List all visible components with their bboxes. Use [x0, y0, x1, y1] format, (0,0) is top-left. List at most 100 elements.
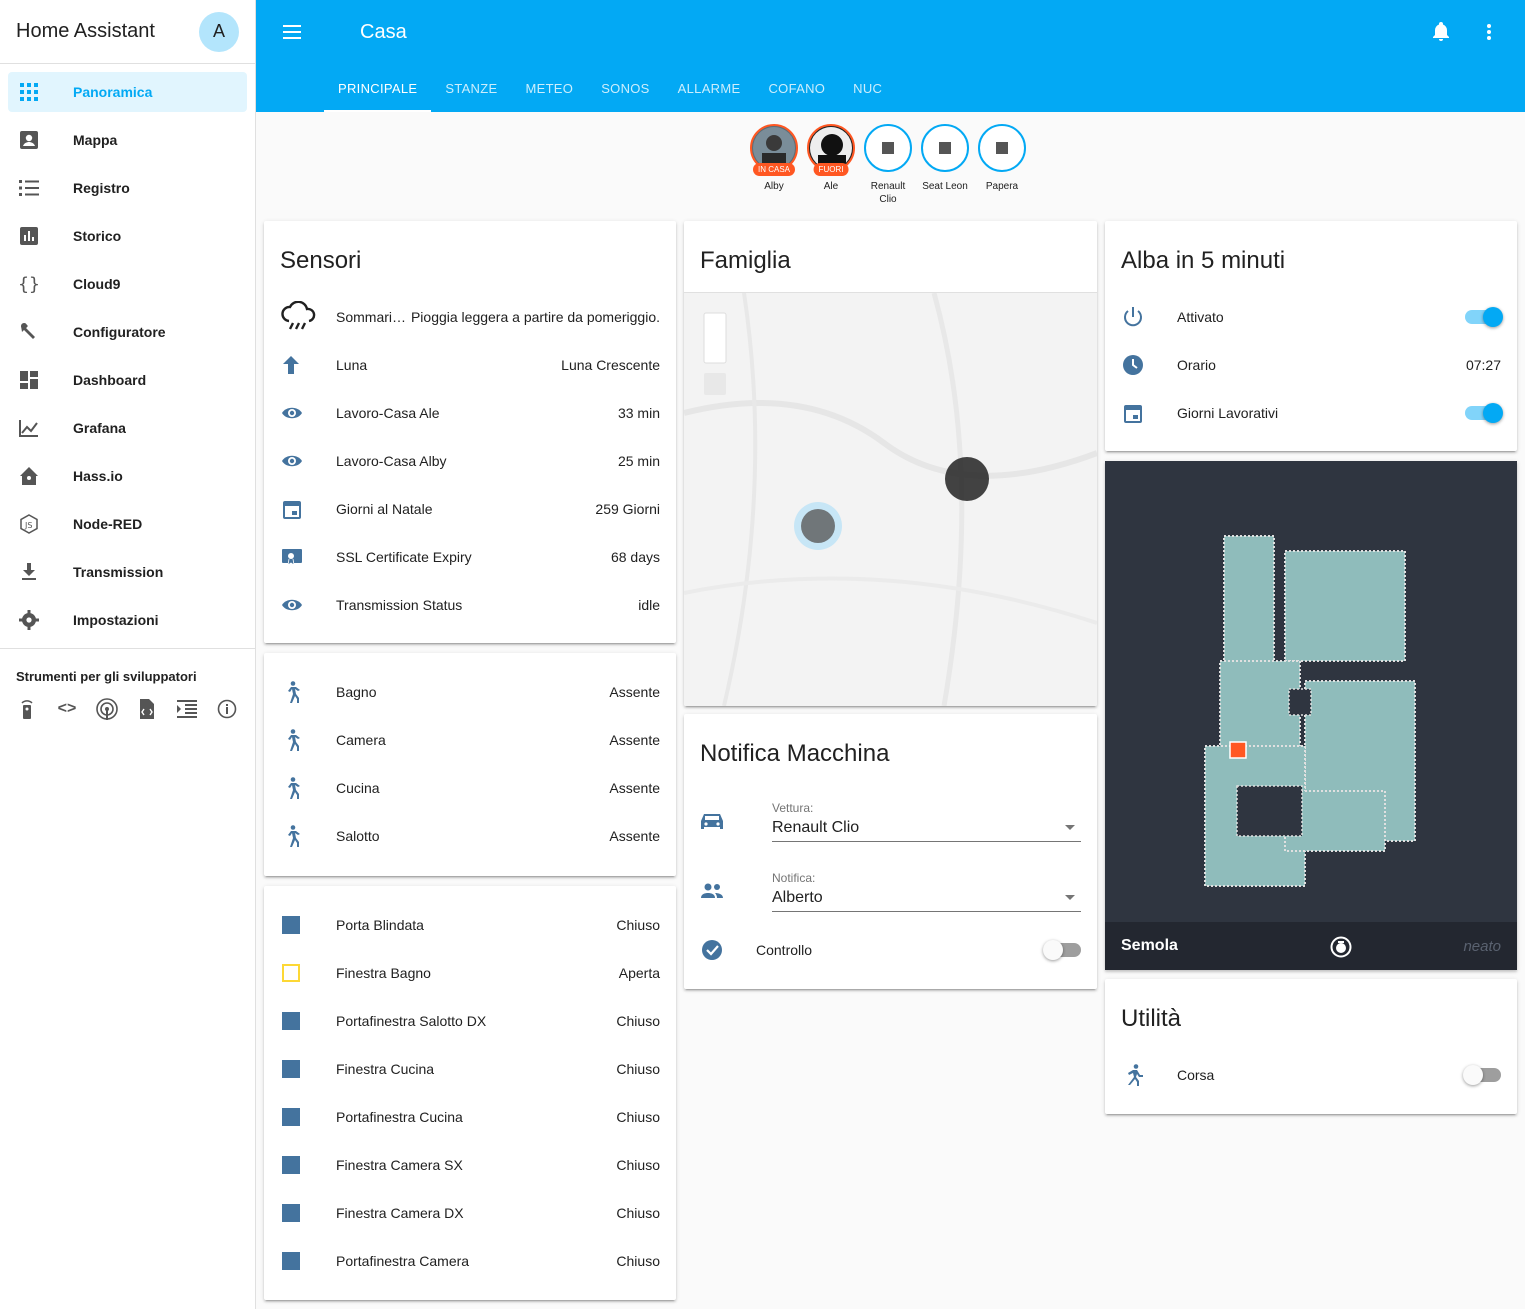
vacuum-map-card: Semola neato [1105, 461, 1517, 970]
dev-tools-title: Strumenti per gli sviluppatori [16, 669, 197, 684]
sidebar-item-registro[interactable]: Registro [8, 168, 247, 208]
sidebar-item-dashboard[interactable]: Dashboard [8, 360, 247, 400]
sidebar-item-transmission[interactable]: Transmission [8, 552, 247, 592]
info-outline-icon[interactable] [216, 698, 238, 720]
tab-meteo[interactable]: METEO [511, 64, 587, 112]
entity-row[interactable]: Finestra Bagno Aperta [264, 949, 676, 997]
file-xml-icon[interactable] [136, 698, 158, 720]
entity-row[interactable]: Lavoro-Casa Ale 33 min [264, 389, 676, 437]
family-map[interactable] [684, 293, 1097, 706]
tab-principale[interactable]: PRINCIPALE [324, 64, 432, 112]
entity-row[interactable]: Orario 07:27 [1105, 341, 1517, 389]
code-tags-icon[interactable]: <> [56, 698, 78, 720]
settings-icon [18, 609, 40, 631]
chart-line-icon [18, 417, 40, 439]
entity-row[interactable]: Finestra Camera DX Chiuso [264, 1189, 676, 1237]
sidebar-item-node-red[interactable]: JS Node-RED [8, 504, 247, 544]
badge-ale[interactable]: FUORI Ale [807, 124, 855, 206]
sidebar-item-mappa[interactable]: Mappa [8, 120, 247, 160]
sidebar-item-label: Grafana [73, 420, 126, 436]
badge-alby[interactable]: IN CASA Alby [750, 124, 798, 206]
square-icon [280, 1057, 320, 1081]
sidebar-item-configuratore[interactable]: Configuratore [8, 312, 247, 352]
controllo-toggle[interactable] [1043, 940, 1081, 960]
sidebar-item-label: Hass.io [73, 468, 123, 484]
badge-papera[interactable]: Papera [978, 124, 1026, 206]
entity-state: Pioggia leggera a partire da pomeriggio. [410, 309, 660, 325]
bell-icon[interactable] [1429, 20, 1453, 44]
sensori-card: Sensori Sommari… Pioggia leggera a parti… [264, 221, 676, 643]
entity-row[interactable]: Portafinestra Salotto DX Chiuso [264, 997, 676, 1045]
remote-icon[interactable] [16, 698, 38, 720]
entity-row: Attivato [1105, 293, 1517, 341]
entity-row[interactable]: Finestra Camera SX Chiuso [264, 1141, 676, 1189]
tab-cofano[interactable]: COFANO [754, 64, 839, 112]
sidebar-item-label: Storico [73, 228, 122, 244]
square-icon [280, 1105, 320, 1129]
entity-row[interactable]: Transmission Status idle [264, 581, 676, 629]
entity-row[interactable]: Lavoro-Casa Alby 25 min [264, 437, 676, 485]
entity-row[interactable]: Porta Blindata Chiuso [264, 901, 676, 949]
entity-row[interactable]: Portafinestra Cucina Chiuso [264, 1093, 676, 1141]
entity-name: Corsa [1177, 1067, 1215, 1083]
vettura-row: Vettura: Renault Clio [684, 786, 1097, 856]
entity-name: Portafinestra Salotto DX [336, 1013, 487, 1029]
tab-stanze[interactable]: STANZE [431, 64, 511, 112]
entity-row[interactable]: Finestra Cucina Chiuso [264, 1045, 676, 1093]
sidebar-item-panoramica[interactable]: Panoramica [8, 72, 247, 112]
vacuum-name: Semola [1121, 937, 1178, 954]
badge-renault-clio[interactable]: Renault Clio [864, 124, 912, 206]
sidebar-item-label: Node-RED [73, 516, 143, 532]
giorni-lavorativi-toggle[interactable] [1465, 403, 1503, 423]
field-value: Alberto [772, 888, 823, 906]
format-indent-icon[interactable] [176, 698, 198, 720]
entity-state: Luna Crescente [561, 357, 660, 373]
corsa-toggle[interactable] [1463, 1065, 1501, 1085]
entity-state: Chiuso [616, 1013, 660, 1029]
entity-name: Finestra Camera SX [336, 1157, 463, 1173]
badge-circle [864, 124, 912, 172]
sidebar-item-impostazioni[interactable]: Impostazioni [8, 600, 247, 640]
entity-row[interactable]: Luna Luna Crescente [264, 341, 676, 389]
entity-name: Giorni al Natale [336, 501, 433, 517]
entity-state: idle [638, 597, 660, 613]
entity-name: Controllo [756, 942, 813, 958]
access-point-icon[interactable] [96, 698, 118, 720]
sidebar-item-cloud9[interactable]: {} Cloud9 [8, 264, 247, 304]
notifica-select[interactable]: Notifica: Alberto [772, 871, 1081, 912]
badge-seat-leon[interactable]: Seat Leon [921, 124, 969, 206]
entity-name: Attivato [1177, 309, 1224, 325]
sidebar-item-grafana[interactable]: Grafana [8, 408, 247, 448]
menu-icon[interactable] [280, 20, 304, 44]
square-outline-icon [280, 961, 320, 985]
tab-nuc[interactable]: NUC [839, 64, 896, 112]
robot-vacuum-icon[interactable] [1330, 936, 1352, 958]
entity-row[interactable]: Bagno Assente [264, 668, 676, 716]
sidebar-item-storico[interactable]: Storico [8, 216, 247, 256]
field-label: Notifica: [772, 870, 816, 885]
view-dashboard-icon [18, 369, 40, 391]
home-assistant-icon [18, 465, 40, 487]
entity-row[interactable]: Sommari… Pioggia leggera a partire da po… [264, 293, 676, 341]
calendar-icon [1121, 401, 1161, 425]
entity-row[interactable]: Giorni al Natale 259 Giorni [264, 485, 676, 533]
sidebar-nav: Panoramica Mappa Registro Storico {} Clo… [0, 64, 255, 640]
entity-row[interactable]: Cucina Assente [264, 764, 676, 812]
tab-sonos[interactable]: SONOS [587, 64, 663, 112]
sidebar-item-hassio[interactable]: Hass.io [8, 456, 247, 496]
code-braces-icon: {} [18, 273, 40, 295]
openings-card: Porta Blindata Chiuso Finestra Bagno Apert… [264, 886, 676, 1300]
wrench-icon [18, 321, 40, 343]
vettura-select[interactable]: Vettura: Renault Clio [772, 801, 1081, 842]
stop-icon [882, 142, 894, 154]
more-vert-icon[interactable] [1477, 20, 1501, 44]
attivato-toggle[interactable] [1465, 307, 1503, 327]
entity-row[interactable]: Camera Assente [264, 716, 676, 764]
walk-icon [280, 776, 320, 800]
entity-row[interactable]: SSL Certificate Expiry 68 days [264, 533, 676, 581]
square-icon [280, 1249, 320, 1273]
tab-allarme[interactable]: ALLARME [664, 64, 755, 112]
entity-row[interactable]: Portafinestra Camera Chiuso [264, 1237, 676, 1285]
user-avatar[interactable]: A [199, 11, 239, 52]
entity-row[interactable]: Salotto Assente [264, 812, 676, 860]
